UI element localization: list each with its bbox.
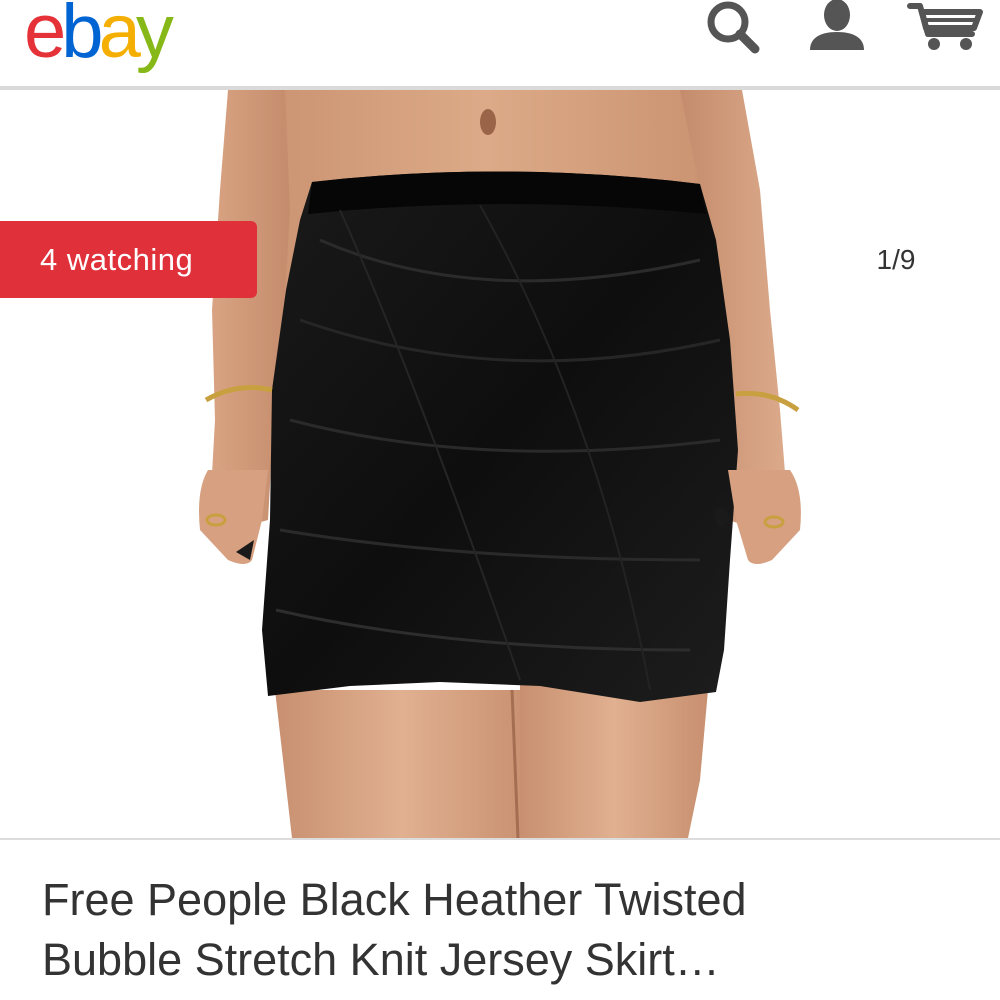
logo-letter-y: y bbox=[135, 0, 174, 74]
logo-letter-a: a bbox=[98, 0, 141, 74]
item-title-line-1: Free People Black Heather Twisted bbox=[42, 874, 747, 925]
logo-letter-b: b bbox=[61, 0, 103, 74]
cart-icon[interactable] bbox=[906, 0, 984, 56]
top-header: ebay bbox=[0, 0, 1000, 86]
image-counter: 1/9 bbox=[876, 244, 916, 275]
item-title[interactable]: Free People Black Heather Twisted Bubble… bbox=[42, 870, 942, 990]
search-icon[interactable] bbox=[700, 0, 764, 56]
gallery-divider bbox=[0, 838, 1000, 840]
watching-badge: 4 watching bbox=[0, 221, 257, 298]
ebay-logo[interactable]: ebay bbox=[24, 0, 174, 74]
product-image-gallery[interactable]: 4 watching 1/9 bbox=[0, 90, 1000, 838]
logo-letter-e: e bbox=[24, 0, 66, 74]
product-photo-skirt[interactable] bbox=[0, 90, 1000, 838]
account-icon[interactable] bbox=[806, 0, 868, 56]
item-title-line-2: Bubble Stretch Knit Jersey Skirt… bbox=[42, 934, 720, 985]
